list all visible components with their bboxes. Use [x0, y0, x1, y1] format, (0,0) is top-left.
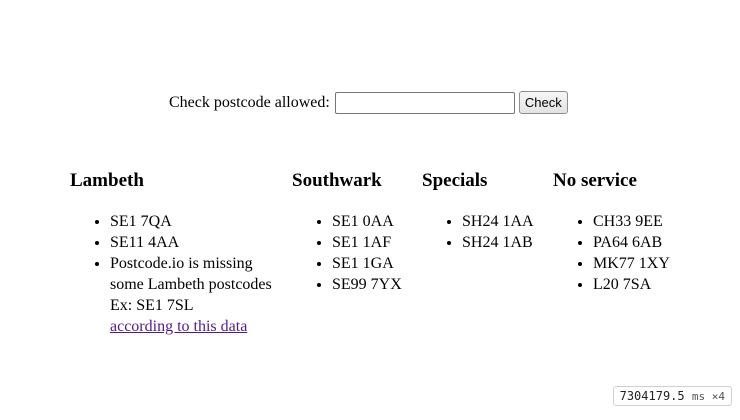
southwark-list: SE1 0AA SE1 1AF SE1 1GA SE99 7YX — [292, 211, 402, 295]
postcode-label: Check postcode allowed: — [169, 93, 330, 111]
list-item: SH24 1AB — [462, 232, 534, 253]
lambeth-note: Postcode.io is missing some Lambeth post… — [110, 253, 285, 337]
list-item: SE1 1AF — [332, 232, 402, 253]
note-line: Postcode.io is missing — [110, 255, 253, 272]
no-service-column: No service CH33 9EE PA64 6AB MK77 1XY L2… — [553, 170, 670, 295]
page: Check postcode allowed: Check Lambeth SE… — [0, 0, 740, 420]
note-line: some Lambeth postcodes — [110, 276, 272, 293]
specials-list: SH24 1AA SH24 1AB — [422, 211, 534, 253]
southwark-heading: Southwark — [292, 170, 382, 191]
lambeth-column: Lambeth SE1 7QA SE11 4AA Postcode.io is … — [70, 170, 285, 337]
lambeth-list: SE1 7QA SE11 4AA Postcode.io is missing … — [70, 211, 285, 337]
list-item: SE99 7YX — [332, 274, 402, 295]
lambeth-heading: Lambeth — [70, 170, 144, 191]
no-service-heading: No service — [553, 170, 637, 191]
list-item: CH33 9EE — [593, 211, 670, 232]
check-button[interactable]: Check — [518, 91, 568, 114]
timer-unit: ms ×4 — [691, 390, 725, 403]
note-line: Ex: SE1 7SL — [110, 297, 194, 314]
list-item: SE1 7QA — [110, 211, 285, 232]
specials-column: Specials SH24 1AA SH24 1AB — [422, 170, 534, 253]
list-item: MK77 1XY — [593, 253, 670, 274]
list-item: L20 7SA — [593, 274, 670, 295]
list-item: PA64 6AB — [593, 232, 670, 253]
list-item: SH24 1AA — [462, 211, 534, 232]
timer-value: 7304179.5 — [619, 389, 685, 403]
list-item: SE1 1GA — [332, 253, 402, 274]
data-source-link[interactable]: according to this data — [110, 318, 247, 335]
postcode-check-form: Check postcode allowed: Check — [169, 91, 568, 114]
render-timer-badge: 7304179.5 ms ×4 — [612, 386, 732, 406]
southwark-column: Southwark SE1 0AA SE1 1AF SE1 1GA SE99 7… — [292, 170, 402, 295]
list-item: SE11 4AA — [110, 232, 285, 253]
no-service-list: CH33 9EE PA64 6AB MK77 1XY L20 7SA — [553, 211, 670, 295]
list-item: SE1 0AA — [332, 211, 402, 232]
specials-heading: Specials — [422, 170, 488, 191]
postcode-input[interactable] — [334, 91, 515, 114]
